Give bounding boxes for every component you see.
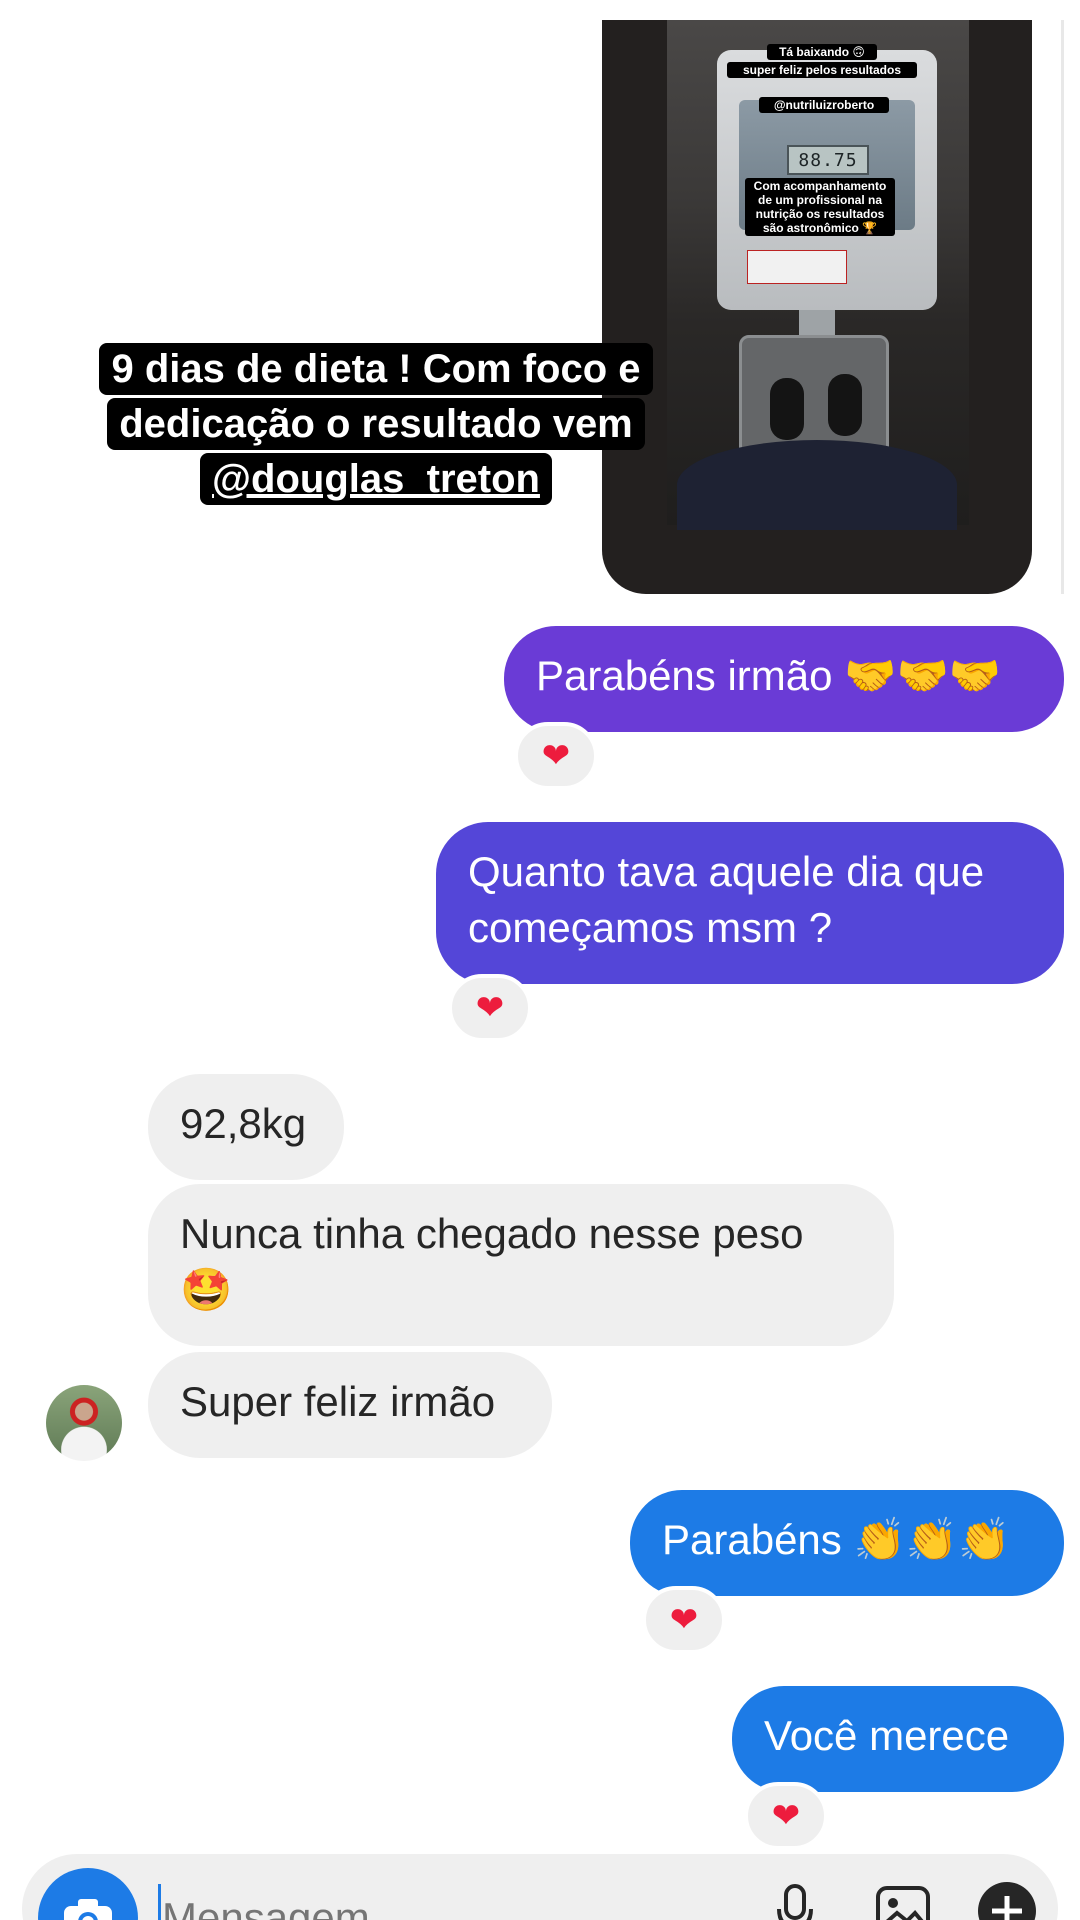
message-bubble-outgoing[interactable]: Parabéns 👏👏👏 [630,1490,1064,1596]
heart-reaction-icon[interactable]: ❤ [642,1586,726,1654]
scale-label [747,250,847,284]
text-caret [158,1884,161,1920]
story-photo: 88.75 Tá baixando 🙃 super feliz pelos re… [667,20,969,530]
message-bubble-outgoing[interactable]: Parabéns irmão 🤝🤝🤝 [504,626,1064,732]
message-composer [22,1854,1058,1920]
message-bubble-incoming[interactable]: 92,8kg [148,1074,344,1180]
left-shoe [770,378,804,440]
caption-mention-link[interactable]: @douglas_treton [200,453,552,505]
gallery-button[interactable] [868,1876,938,1920]
story-sticker-2: super feliz pelos resultados [727,62,917,78]
story-caption: 9 dias de dieta ! Com foco e dedicação o… [72,342,680,507]
scale-reading: 88.75 [787,145,869,175]
camera-icon [64,1899,112,1920]
story-sticker-mention[interactable]: @nutriluizroberto [759,97,889,113]
add-button[interactable] [972,1876,1042,1920]
heart-reaction-icon[interactable]: ❤ [448,974,532,1042]
camera-button[interactable] [38,1868,138,1920]
shared-story[interactable]: 88.75 Tá baixando 🙃 super feliz pelos re… [602,20,1032,594]
microphone-button[interactable] [760,1876,830,1920]
story-sticker-1: Tá baixando 🙃 [767,44,877,60]
heart-reaction-icon[interactable]: ❤ [744,1782,828,1850]
gallery-icon [876,1886,930,1920]
microphone-icon [777,1884,813,1920]
story-sticker-3: Com acompanhamento de um profissional na… [745,178,895,236]
heart-reaction-icon[interactable]: ❤ [514,722,598,790]
contact-avatar[interactable] [46,1385,122,1461]
message-bubble-outgoing[interactable]: Quanto tava aquele dia que começamos msm… [436,822,1064,984]
legs [677,440,957,530]
caption-line-1: 9 dias de dieta ! Com foco e [99,343,653,395]
message-bubble-incoming[interactable]: Nunca tinha chegado nesse peso 🤩 [148,1184,894,1346]
message-bubble-incoming[interactable]: Super feliz irmão [148,1352,552,1458]
right-shoe [828,374,862,436]
message-bubble-outgoing[interactable]: Você merece [732,1686,1064,1792]
caption-line-2: dedicação o resultado vem [107,398,645,450]
plus-icon [978,1882,1036,1920]
message-input[interactable] [162,1888,722,1920]
scrollbar[interactable] [1061,20,1064,594]
